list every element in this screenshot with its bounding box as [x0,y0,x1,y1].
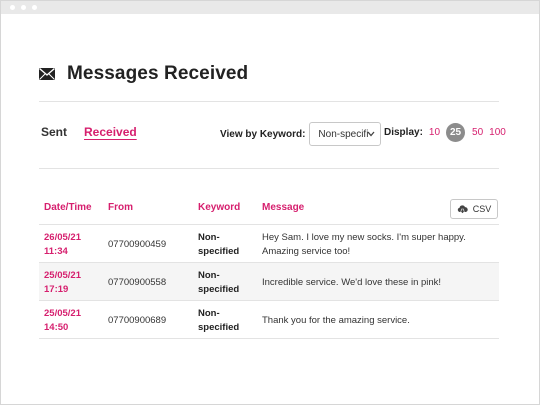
row-from: 07700900689 [108,315,167,326]
row-message: Thank you for the amazing service. [262,315,410,326]
row-keyword-line: Non- [198,232,220,243]
row-keyword-line: specified [198,322,240,333]
keyword-filter-label: View by Keyword: [220,128,306,140]
table-row[interactable]: 26/05/21 11:34 07700900459 Non- specifie… [39,225,499,263]
row-keyword-line: specified [198,284,240,295]
row-date: 26/05/21 [44,232,81,243]
row-date: 25/05/21 [44,308,81,319]
cloud-download-icon [457,204,468,214]
message-tabs: Sent Received [41,125,137,139]
window-titlebar [1,1,539,14]
window-dot-icon [10,5,15,10]
tab-sent[interactable]: Sent [41,125,67,139]
row-time: 11:34 [44,246,68,257]
row-datetime: 26/05/21 11:34 [44,231,104,259]
column-header-date: Date/Time [44,202,92,213]
row-keyword: Non- specified [198,231,253,259]
window-dot-icon [21,5,26,10]
row-from: 07700900558 [108,277,167,288]
page-size-25[interactable]: 25 [446,123,466,142]
page-header: Messages Received [39,61,248,87]
page-size-100[interactable]: 100 [489,127,506,138]
envelope-icon [39,67,55,80]
display-label: Display: [384,127,423,138]
row-message: Incredible service. We'd love these in p… [262,277,442,288]
page-size-10[interactable]: 10 [429,127,440,138]
keyword-select[interactable]: Non-specified [309,122,382,146]
page-size-selector: Display: 10 25 50 100 [384,123,506,142]
csv-export-button[interactable]: CSV [450,199,498,219]
column-header-from: From [108,202,133,213]
keyword-select-value: Non-specified [318,128,369,140]
column-header-message: Message [262,202,305,213]
row-from: 07700900459 [108,239,167,250]
row-keyword-line: Non- [198,308,220,319]
table-row[interactable]: 25/05/21 14:50 07700900689 Non- specifie… [39,301,499,339]
csv-export-label: CSV [472,204,492,214]
table-header: Date/Time From Keyword Message [39,199,499,225]
divider [39,101,499,102]
row-keyword-line: Non- [198,270,220,281]
row-keyword-line: specified [198,246,240,257]
row-datetime: 25/05/21 14:50 [44,307,104,335]
chevron-down-icon [367,131,375,137]
window-dot-icon [32,5,37,10]
page-size-50[interactable]: 50 [472,127,483,138]
row-message: Hey Sam. I love my new socks. I'm super … [262,232,466,257]
app-window: Messages Received Sent Received View by … [0,0,540,405]
row-time: 17:19 [44,284,69,295]
keyword-filter: View by Keyword: Non-specified [220,122,382,146]
page-title: Messages Received [67,63,249,84]
row-time: 14:50 [44,322,69,333]
divider [39,168,499,169]
column-header-keyword: Keyword [198,202,241,213]
table-row[interactable]: 25/05/21 17:19 07700900558 Non- specifie… [39,263,499,301]
messages-table: Date/Time From Keyword Message 26/05/21 … [39,199,499,339]
tab-received[interactable]: Received [84,125,137,139]
row-date: 25/05/21 [44,270,81,281]
row-keyword: Non- specified [198,269,253,297]
row-keyword: Non- specified [198,307,253,335]
row-datetime: 25/05/21 17:19 [44,269,104,297]
